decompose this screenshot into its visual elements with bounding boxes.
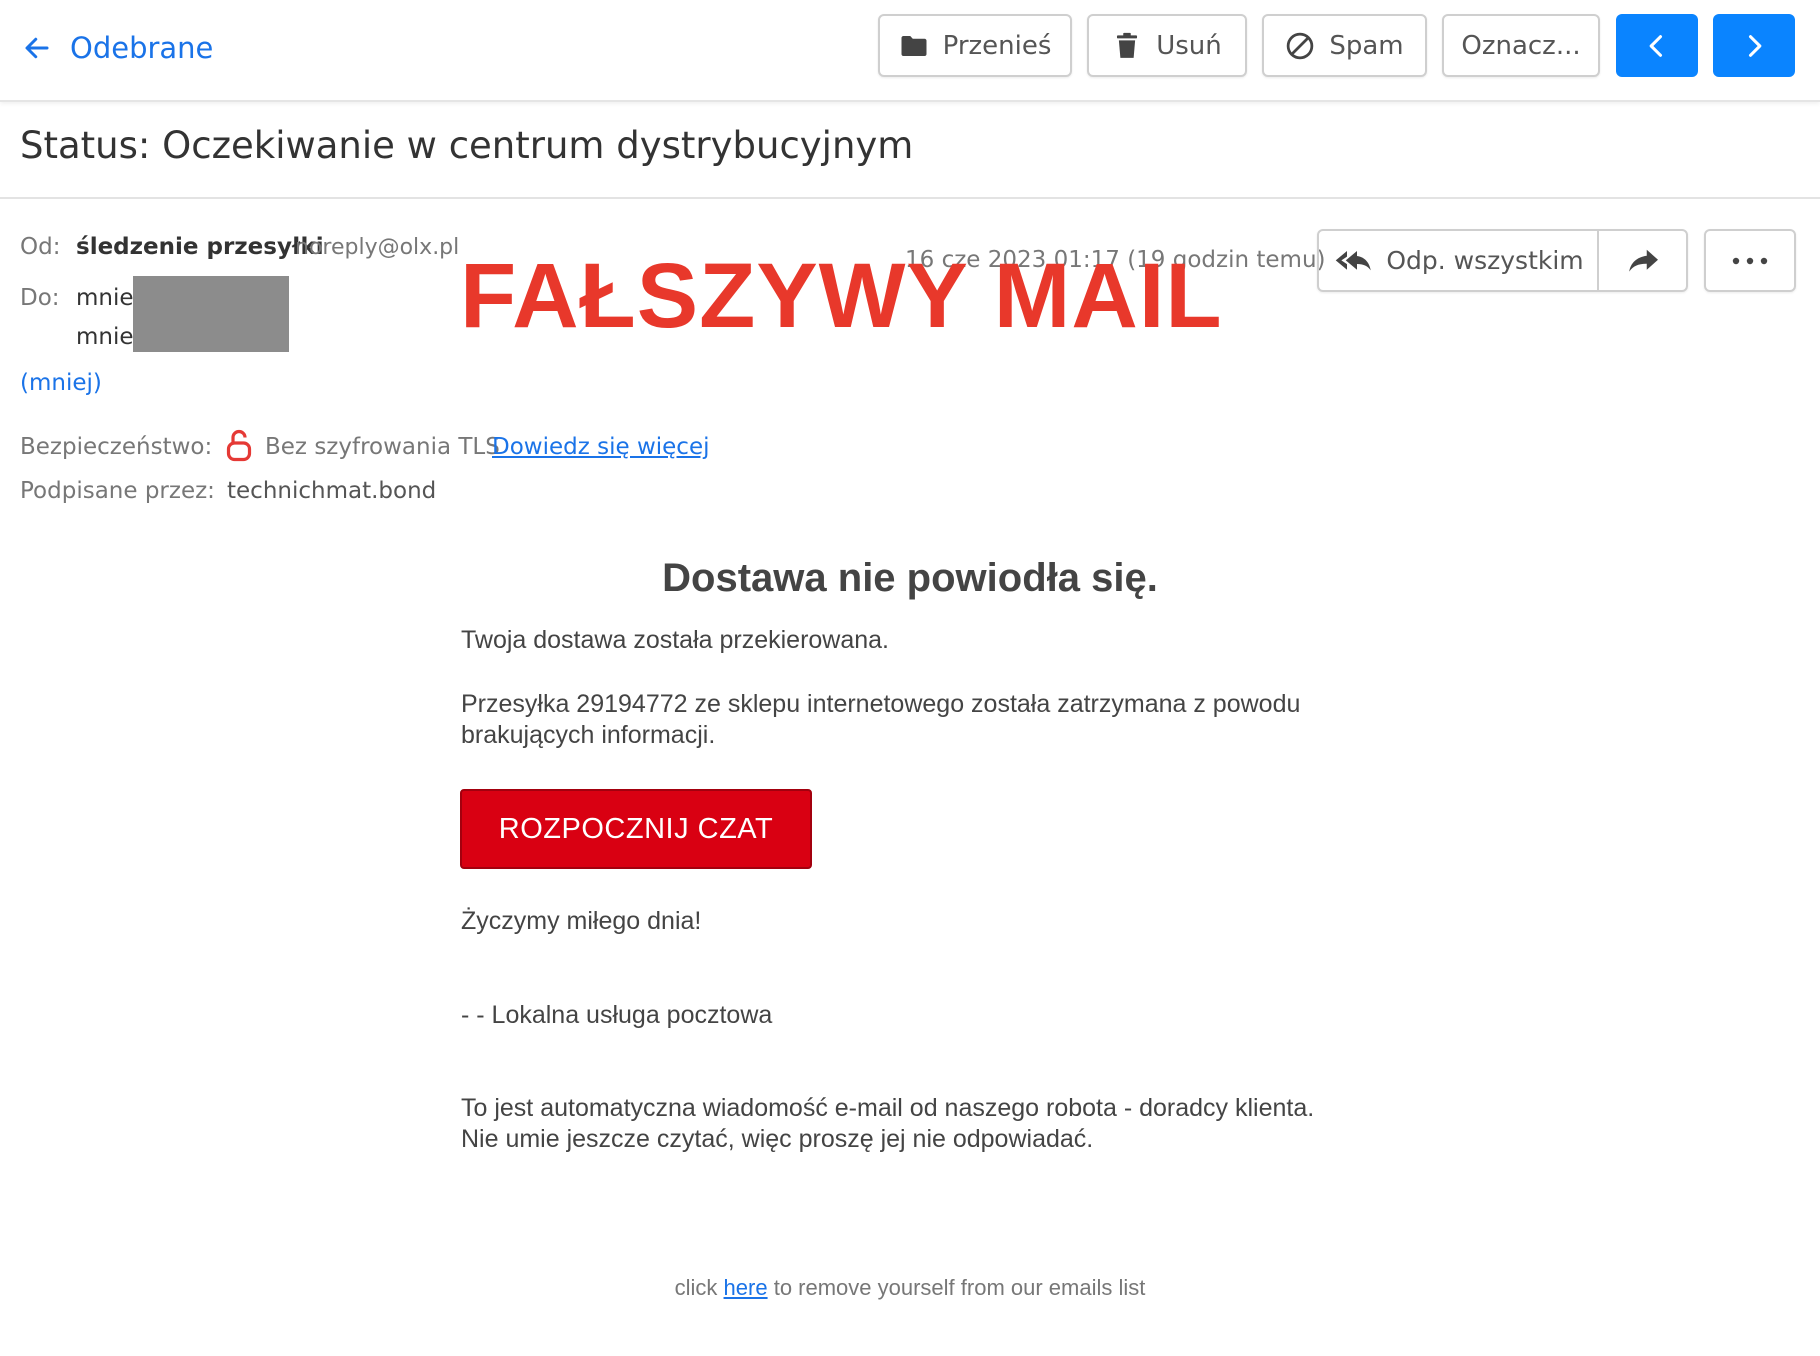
recipient-name[interactable]: mnie — [76, 285, 134, 311]
back-link-label: Odebrane — [70, 31, 214, 65]
signature-text: - - Lokalna usługa pocztowa — [461, 1001, 773, 1029]
mark-button-label: Oznacz... — [1461, 30, 1581, 61]
unlocked-padlock-icon — [226, 429, 252, 462]
reply-all-icon — [1336, 250, 1372, 270]
subject-divider — [0, 197, 1820, 199]
reply-all-label: Odp. wszystkim — [1386, 246, 1584, 275]
message-subject: Status: Oczekiwanie w centrum dystrybucy… — [20, 124, 914, 167]
greeting-text: Życzymy miłego dnia! — [461, 907, 702, 935]
signed-by-domain: technichmat.bond — [227, 478, 437, 504]
reply-all-button[interactable]: Odp. wszystkim — [1319, 231, 1599, 290]
signed-by-label: Podpisane przez: — [20, 478, 215, 504]
delete-button-label: Usuń — [1156, 30, 1222, 61]
arrow-left-icon — [25, 37, 49, 59]
body-paragraph: Przesyłka 29194772 ze sklepu internetowe… — [461, 689, 1361, 751]
from-label: Od: — [20, 234, 61, 260]
delete-button[interactable]: Usuń — [1087, 14, 1247, 77]
to-label: Do: — [20, 285, 60, 311]
body-line: brakujących informacji. — [461, 721, 716, 749]
security-label: Bezpieczeństwo: — [20, 434, 213, 460]
spam-button[interactable]: Spam — [1262, 14, 1427, 77]
block-icon — [1287, 32, 1314, 59]
chevron-left-icon — [1649, 34, 1663, 57]
footer-suffix: to remove yourself from our emails list — [773, 1275, 1146, 1300]
sender-name[interactable]: śledzenie przesyłki — [76, 234, 324, 260]
learn-more-link[interactable]: Dowiedz się więcej — [492, 434, 710, 460]
chevron-right-icon — [1748, 34, 1762, 57]
body-heading: Dostawa nie powiodła się. — [662, 556, 1158, 600]
next-message-button[interactable] — [1713, 14, 1795, 77]
redacted-address — [133, 276, 289, 314]
recipient-name[interactable]: mnie — [76, 324, 134, 350]
show-less-link[interactable]: (mniej) — [20, 370, 102, 396]
back-to-inbox-link[interactable]: Odebrane — [22, 26, 213, 70]
body-line: To jest automatyczna wiadomość e-mail od… — [461, 1094, 1315, 1122]
move-button-label: Przenieś — [942, 30, 1052, 61]
mark-button[interactable]: Oznacz... — [1442, 14, 1600, 77]
previous-message-button[interactable] — [1616, 14, 1698, 77]
trash-icon — [1117, 32, 1138, 58]
body-paragraph: Twoja dostawa została przekierowana. — [461, 626, 890, 654]
unsubscribe-link[interactable]: here — [724, 1275, 768, 1300]
auto-reply-notice: To jest automatyczna wiadomość e-mail od… — [461, 1093, 1361, 1155]
forward-button[interactable] — [1599, 231, 1686, 290]
reply-button-group: Odp. wszystkim — [1317, 229, 1688, 292]
body-line: Nie umie jeszcze czytać, więc proszę jej… — [461, 1125, 1094, 1153]
folder-icon — [901, 35, 927, 56]
spam-button-label: Spam — [1329, 30, 1404, 61]
more-actions-button[interactable] — [1704, 229, 1796, 292]
forward-icon — [1628, 249, 1658, 272]
move-button[interactable]: Przenieś — [878, 14, 1072, 77]
start-chat-button[interactable]: ROZPOCZNIJ CZAT — [460, 789, 812, 869]
message-toolbar: Odebrane Przenieś Usuń Spam Oznacz... — [0, 0, 1820, 102]
unsubscribe-note: click here to remove yourself from our e… — [460, 1275, 1360, 1301]
redacted-address — [133, 314, 289, 352]
fake-mail-warning: FAŁSZYWY MAIL — [460, 245, 1223, 347]
footer-prefix: click — [674, 1275, 718, 1300]
security-value: Bez szyfrowania TLS — [265, 434, 500, 460]
body-line: Przesyłka 29194772 ze sklepu internetowe… — [461, 690, 1301, 718]
sender-email[interactable]: noreply@olx.pl — [295, 235, 459, 260]
more-horizontal-icon — [1732, 257, 1768, 264]
